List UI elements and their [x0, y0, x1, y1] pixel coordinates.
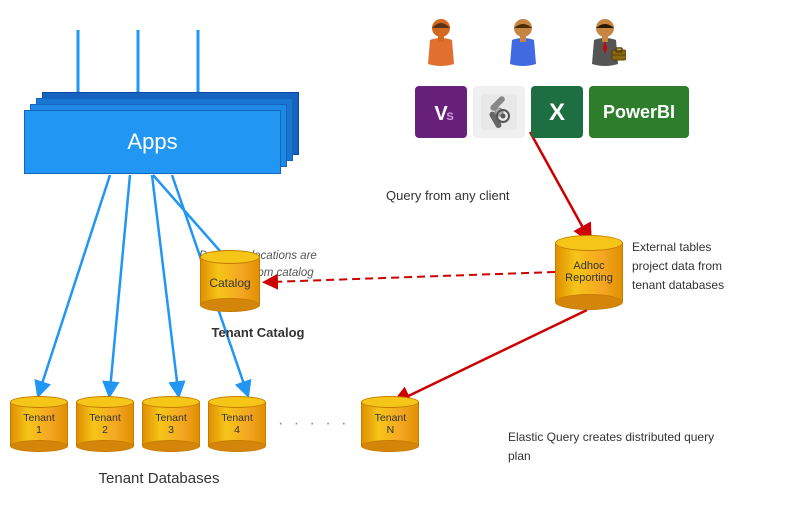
dots-ellipsis: · · · · · [274, 415, 353, 433]
svg-text:X: X [549, 99, 565, 126]
client-section: V S [415, 18, 689, 138]
tenant-catalog-label: Tenant Catalog [193, 325, 323, 340]
tenant-cylinder-4: Tenant4 [208, 396, 266, 452]
svg-text:S: S [446, 111, 453, 123]
external-tables-label: External tablesproject data fromtenant d… [632, 238, 787, 296]
tools-icon [473, 86, 525, 138]
powerbi-button[interactable]: PowerBI [589, 86, 689, 138]
tenant-cylinder-3: Tenant3 [142, 396, 200, 452]
tenant-databases-label: Tenant Databases [24, 470, 294, 487]
tenant-db-row: Tenant1 Tenant2 Tenant3 Tenant4 · · · · … [10, 396, 419, 452]
apps-label: Apps [127, 129, 177, 154]
cyl-body-adhoc: AdhocReporting [555, 243, 623, 301]
apps-stack: Apps [24, 110, 281, 174]
catalog-cylinder: Catalog [200, 250, 260, 312]
tenant-cylinder-2: Tenant2 [76, 396, 134, 452]
tenant-cylinder-1: Tenant1 [10, 396, 68, 452]
query-client-label: Query from any client [386, 188, 510, 203]
tenant-cylinder-n: TenantN [361, 396, 419, 452]
diagram-container: Apps [0, 0, 800, 507]
cyl-top [200, 250, 260, 264]
visual-studio-icon: V S [415, 86, 467, 138]
elastic-query-label: Elastic Query creates distributed query … [508, 428, 718, 466]
person-icons-row [420, 18, 689, 80]
cyl-bottom-adhoc [555, 294, 623, 310]
person-icon-1 [420, 18, 462, 80]
person-icon-2 [502, 18, 544, 80]
excel-icon: X [531, 86, 583, 138]
person-icon-3 [584, 18, 626, 80]
adhoc-cylinder: AdhocReporting [555, 235, 623, 310]
powerbi-label: PowerBI [603, 102, 675, 123]
cyl-bottom-catalog [200, 298, 260, 312]
tool-icons-row: V S [415, 86, 689, 138]
cyl-top-adhoc [555, 235, 623, 251]
apps-main-box: Apps [24, 110, 281, 174]
